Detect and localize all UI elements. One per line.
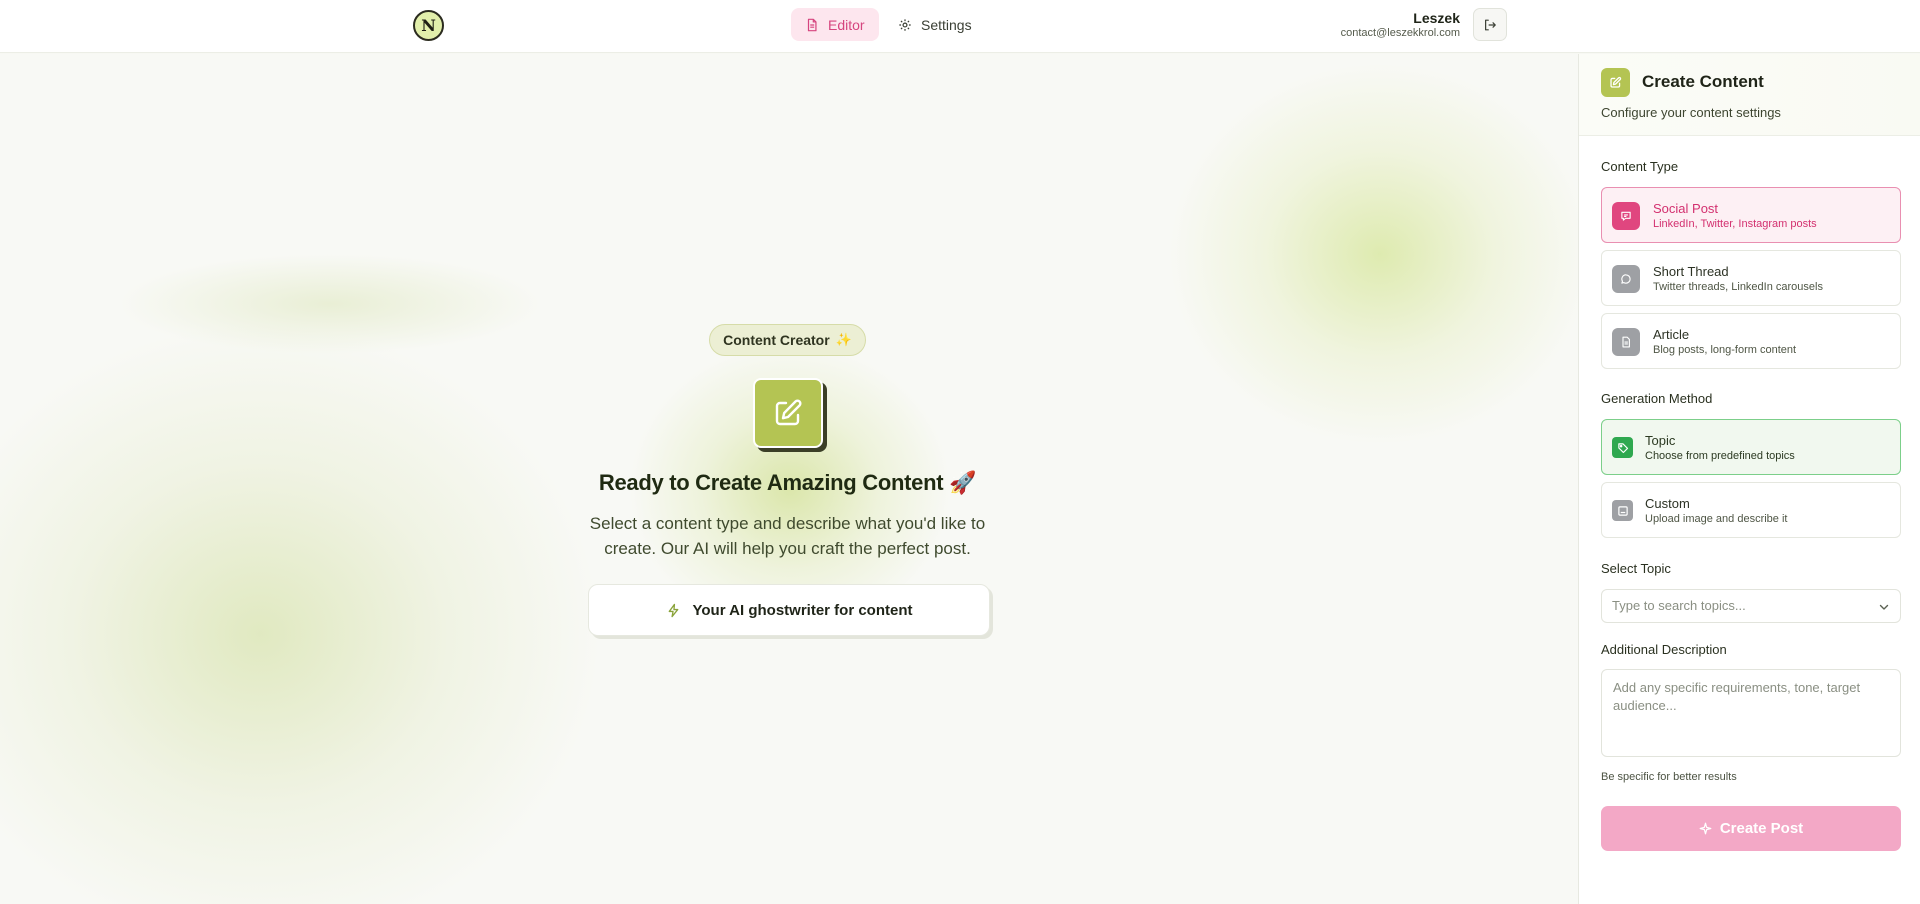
sparkle-icon: ✨ bbox=[835, 332, 852, 347]
hero-title: Ready to Create Amazing Content 🚀 bbox=[598, 470, 977, 495]
decorative-glow bbox=[120, 254, 540, 354]
logo-letter: N bbox=[421, 16, 436, 35]
edit-icon bbox=[753, 378, 823, 448]
option-title: Short Thread bbox=[1653, 264, 1729, 279]
option-description: Upload image and describe it bbox=[1645, 513, 1788, 525]
top-navigation-bar: N Editor Settings Leszek contact@leszekk… bbox=[0, 0, 1920, 53]
panel-header: Create Content Configure your content se… bbox=[1579, 54, 1920, 136]
option-description: Twitter threads, LinkedIn carousels bbox=[1653, 281, 1823, 293]
option-title: Custom bbox=[1645, 496, 1690, 511]
badge-label: Content Creator bbox=[723, 332, 830, 348]
logout-icon bbox=[1485, 19, 1496, 30]
description-hint: Be specific for better results bbox=[1601, 771, 1737, 783]
option-description: LinkedIn, Twitter, Instagram posts bbox=[1653, 218, 1817, 230]
chevron-down-icon bbox=[1879, 604, 1889, 610]
topic-select[interactable] bbox=[1601, 589, 1901, 623]
topic-search-input[interactable] bbox=[1612, 598, 1862, 613]
generation-method-label: Generation Method bbox=[1601, 391, 1713, 406]
option-title: Article bbox=[1653, 327, 1690, 342]
image-icon bbox=[1612, 500, 1633, 521]
generation-method-topic[interactable]: Topic Choose from predefined topics bbox=[1601, 419, 1901, 475]
logout-button[interactable] bbox=[1473, 8, 1507, 41]
option-description: Choose from predefined topics bbox=[1645, 450, 1795, 462]
decorative-glow bbox=[0, 324, 600, 904]
option-title: Topic bbox=[1645, 433, 1676, 448]
tab-editor-label: Editor bbox=[828, 16, 865, 33]
gear-icon bbox=[899, 18, 911, 31]
content-type-article[interactable]: Article Blog posts, long-form content bbox=[1601, 313, 1901, 369]
sparkle-icon bbox=[1699, 822, 1712, 835]
generation-method-custom[interactable]: Custom Upload image and describe it bbox=[1601, 482, 1901, 538]
additional-description-label: Additional Description bbox=[1601, 642, 1727, 657]
content-type-label: Content Type bbox=[1601, 159, 1679, 174]
edit-icon bbox=[1601, 68, 1630, 97]
tab-editor[interactable]: Editor bbox=[791, 8, 879, 41]
app-logo[interactable]: N bbox=[413, 10, 444, 41]
message-icon bbox=[1612, 202, 1640, 230]
lightning-icon bbox=[668, 603, 678, 617]
additional-description-field[interactable] bbox=[1601, 669, 1901, 757]
ai-ghostwriter-card: Your AI ghostwriter for content bbox=[588, 584, 990, 636]
decorative-glow bbox=[1170, 64, 1578, 444]
create-post-label: Create Post bbox=[1719, 820, 1804, 837]
select-topic-label: Select Topic bbox=[1601, 561, 1671, 576]
panel-subtitle: Configure your content settings bbox=[1601, 105, 1781, 120]
chat-bubble-icon bbox=[1612, 265, 1640, 293]
create-post-button[interactable]: Create Post bbox=[1601, 806, 1901, 851]
user-name: Leszek bbox=[1413, 10, 1460, 26]
tab-settings[interactable]: Settings bbox=[884, 8, 986, 41]
option-description: Blog posts, long-form content bbox=[1653, 344, 1797, 356]
content-type-short-thread[interactable]: Short Thread Twitter threads, LinkedIn c… bbox=[1601, 250, 1901, 306]
tab-settings-label: Settings bbox=[921, 16, 972, 33]
panel-title: Create Content bbox=[1642, 72, 1764, 91]
document-icon bbox=[807, 18, 817, 31]
ai-ghostwriter-label: Your AI ghostwriter for content bbox=[692, 601, 913, 619]
hero-description: Select a content type and describe what … bbox=[589, 514, 986, 558]
document-icon bbox=[1612, 328, 1640, 356]
content-type-social-post[interactable]: Social Post LinkedIn, Twitter, Instagram… bbox=[1601, 187, 1901, 243]
create-content-panel: Create Content Configure your content se… bbox=[1578, 54, 1920, 904]
option-title: Social Post bbox=[1653, 201, 1719, 216]
user-email: contact@leszekkrol.com bbox=[1340, 27, 1460, 39]
tag-icon bbox=[1612, 437, 1633, 458]
content-creator-badge: Content Creator ✨ bbox=[709, 324, 866, 356]
